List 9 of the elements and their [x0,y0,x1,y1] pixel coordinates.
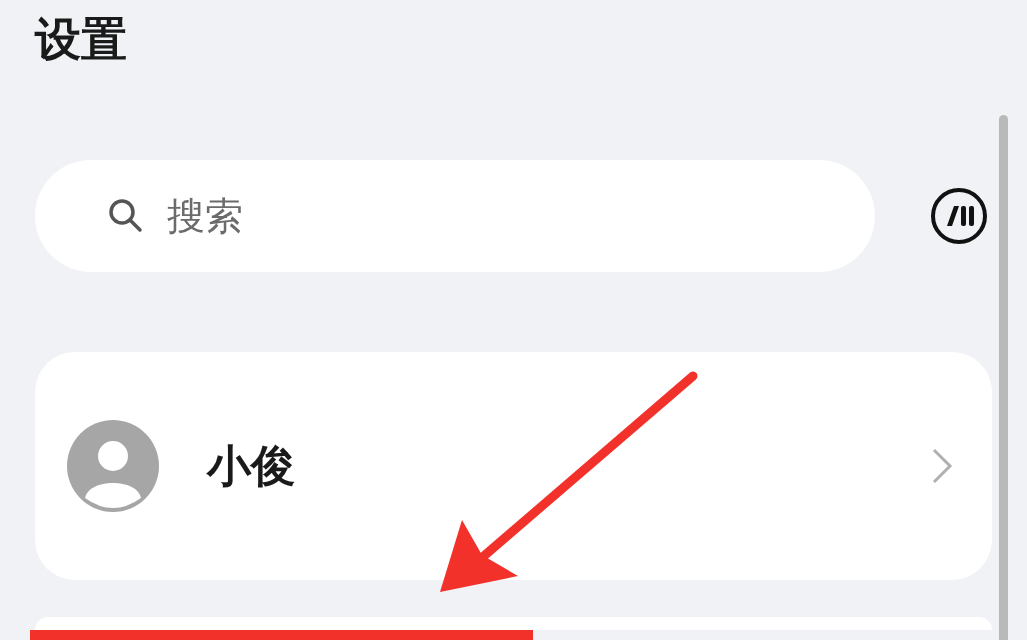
search-field[interactable]: 搜索 [35,160,875,272]
settings-card[interactable] [35,617,992,630]
avatar-icon [67,420,159,512]
page-title: 设置 [35,11,128,68]
scrollbar[interactable] [999,115,1008,640]
profile-card[interactable]: 小俊 [35,352,992,580]
chevron-right-icon [930,446,954,486]
assistant-icon[interactable] [930,187,988,245]
profile-name: 小俊 [207,438,296,493]
